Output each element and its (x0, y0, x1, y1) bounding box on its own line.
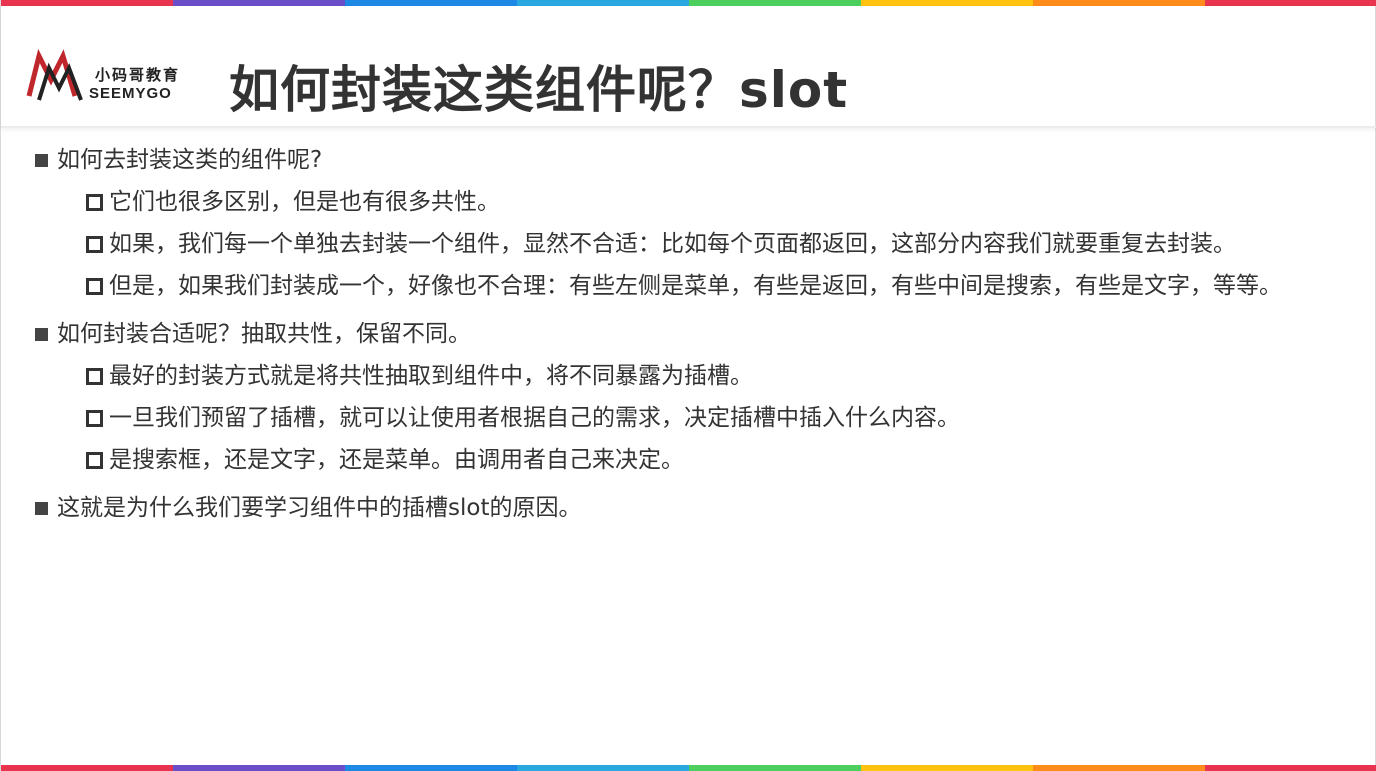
sub-bullet-item: 最好的封装方式就是将共性抽取到组件中，将不同暴露为插槽。 (85, 358, 1363, 394)
hollow-square-bullet-icon (86, 452, 103, 469)
sub-bullet-list: 它们也很多区别，但是也有很多共性。 如果，我们每一个单独去封装一个组件，显然不合… (85, 184, 1363, 304)
sub-bullet-item: 但是，如果我们封装成一个，好像也不合理：有些左侧是菜单，有些是返回，有些中间是搜… (85, 268, 1363, 304)
stripe-segment (517, 765, 689, 771)
slide: 小码哥教育 SEEMYGO 如何封装这类组件呢？slot 如何去封装这类的组件呢… (0, 0, 1376, 771)
stripe-segment (689, 765, 861, 771)
bullet-item: 如何去封装这类的组件呢? (33, 142, 1363, 178)
square-bullet-icon (35, 154, 48, 167)
stripe-segment (861, 765, 1033, 771)
sub-bullet-list: 最好的封装方式就是将共性抽取到组件中，将不同暴露为插槽。 一旦我们预留了插槽，就… (85, 358, 1363, 478)
sub-bullet-text: 如果，我们每一个单独去封装一个组件，显然不合适：比如每个页面都返回，这部分内容我… (109, 231, 1236, 257)
sub-bullet-text: 最好的封装方式就是将共性抽取到组件中，将不同暴露为插槽。 (109, 363, 753, 389)
brand-logo: 小码哥教育 SEEMYGO (25, 46, 201, 104)
bullet-list: 如何去封装这类的组件呢? 它们也很多区别，但是也有很多共性。 如果，我们每一个单… (33, 142, 1363, 538)
sub-bullet-text: 但是，如果我们封装成一个，好像也不合理：有些左侧是菜单，有些是返回，有些中间是搜… (109, 273, 1282, 299)
bullet-item: 这就是为什么我们要学习组件中的插槽slot的原因。 (33, 490, 1363, 526)
bullet-item: 如何封装合适呢？抽取共性，保留不同。 (33, 316, 1363, 352)
sub-bullet-text: 它们也很多区别，但是也有很多共性。 (109, 189, 500, 215)
bottom-color-stripe (1, 765, 1376, 771)
bullet-text: 如何封装合适呢？抽取共性，保留不同。 (57, 321, 471, 347)
sub-bullet-item: 它们也很多区别，但是也有很多共性。 (85, 184, 1363, 220)
sub-bullet-text: 一旦我们预留了插槽，就可以让使用者根据自己的需求，决定插槽中插入什么内容。 (109, 405, 960, 431)
logo-english-text: SEEMYGO (89, 85, 172, 102)
stripe-segment (1205, 765, 1376, 771)
slide-header: 小码哥教育 SEEMYGO 如何封装这类组件呢？slot (1, 6, 1376, 128)
stripe-segment (345, 765, 517, 771)
stripe-segment (1033, 765, 1205, 771)
bullet-group: 如何封装合适呢？抽取共性，保留不同。 最好的封装方式就是将共性抽取到组件中，将不… (33, 316, 1363, 478)
bullet-group: 这就是为什么我们要学习组件中的插槽slot的原因。 (33, 490, 1363, 526)
bullet-text: 如何去封装这类的组件呢? (57, 147, 323, 173)
bullet-text: 这就是为什么我们要学习组件中的插槽slot的原因。 (57, 495, 582, 521)
sub-bullet-item: 如果，我们每一个单独去封装一个组件，显然不合适：比如每个页面都返回，这部分内容我… (85, 226, 1363, 262)
logo-chinese-text: 小码哥教育 (95, 66, 181, 84)
stripe-segment (173, 765, 345, 771)
stripe-segment (1, 765, 173, 771)
sub-bullet-item: 一旦我们预留了插槽，就可以让使用者根据自己的需求，决定插槽中插入什么内容。 (85, 400, 1363, 436)
hollow-square-bullet-icon (86, 236, 103, 253)
slide-title: 如何封装这类组件呢？slot (229, 61, 849, 119)
sub-bullet-text: 是搜索框，还是文字，还是菜单。由调用者自己来决定。 (109, 447, 684, 473)
sub-bullet-item: 是搜索框，还是文字，还是菜单。由调用者自己来决定。 (85, 442, 1363, 478)
logo-mark-icon (26, 48, 83, 101)
square-bullet-icon (35, 328, 48, 341)
hollow-square-bullet-icon (86, 278, 103, 295)
hollow-square-bullet-icon (86, 368, 103, 385)
hollow-square-bullet-icon (86, 194, 103, 211)
bullet-group: 如何去封装这类的组件呢? 它们也很多区别，但是也有很多共性。 如果，我们每一个单… (33, 142, 1363, 304)
square-bullet-icon (35, 502, 48, 515)
hollow-square-bullet-icon (86, 410, 103, 427)
